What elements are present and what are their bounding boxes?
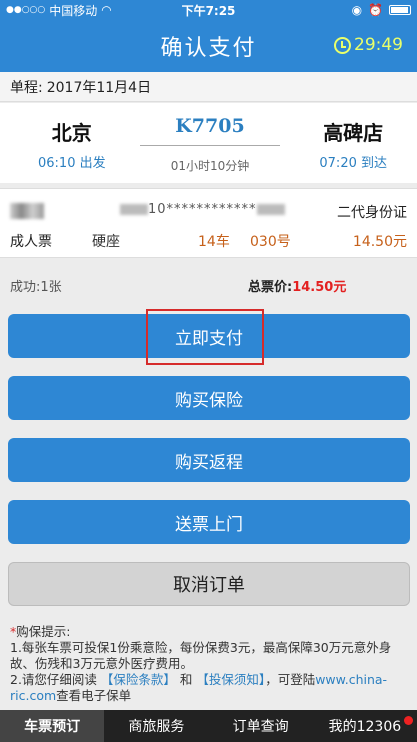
- seat-number: 030号: [250, 234, 291, 250]
- route-card: 北京 06:10 出发 K7705 01小时10分钟 高碑店 07:20 到达: [0, 103, 417, 183]
- trip-duration: 01小时10分钟: [170, 159, 250, 173]
- tab-my-12306[interactable]: 我的12306: [313, 710, 417, 742]
- to-city: 高碑店: [323, 121, 384, 145]
- status-right: ◉ ⏰: [352, 3, 411, 17]
- passenger-name-blurred: [10, 203, 44, 219]
- passenger-row: 10************ 二代身份证 成人票 硬座 14车 030号 14.…: [0, 188, 417, 258]
- buy-insurance-button[interactable]: 购买保险: [8, 376, 410, 420]
- total-value: 14.50元: [292, 280, 347, 295]
- from-time: 06:10 出发: [38, 156, 106, 171]
- from-city: 北京: [51, 121, 92, 145]
- tips-line-1: 1.每张车票可投保1份乘意险，每份保费3元，最高保障30万元意外身故、伤残和3万…: [10, 640, 392, 671]
- battery-icon: [389, 5, 411, 15]
- id-blur-left: [120, 204, 148, 215]
- seat-class: 硬座: [92, 234, 120, 250]
- insurance-tips: *购保提示: 1.每张车票可投保1份乘意险，每份保费3元，最高保障30万元意外身…: [0, 618, 417, 710]
- tab-order-query[interactable]: 订单查询: [209, 710, 313, 742]
- notification-dot-icon: [404, 716, 413, 725]
- id-prefix: 10: [148, 202, 167, 217]
- bottom-tab-bar: 车票预订 商旅服务 订单查询 我的12306: [0, 710, 417, 742]
- buy-return-button[interactable]: 购买返程: [8, 438, 410, 482]
- pay-now-button[interactable]: 立即支付: [8, 314, 410, 358]
- tips-line2-end: 查看电子保单: [56, 688, 132, 703]
- total-label: 总票价:: [248, 280, 293, 295]
- arrival: 高碑店 07:20 到达: [319, 117, 387, 171]
- id-blur-right: [256, 204, 285, 215]
- countdown-value: 29:49: [354, 35, 403, 55]
- countdown-timer: 29:49: [334, 35, 403, 55]
- total-price: 总票价:14.50元: [248, 276, 346, 295]
- tips-title: *购保提示:: [10, 624, 407, 640]
- title-bar: 确认支付 29:49: [0, 20, 417, 72]
- id-mask: ************: [166, 202, 257, 217]
- cancel-order-button[interactable]: 取消订单: [8, 562, 410, 606]
- ticket-type: 成人票: [10, 234, 52, 250]
- lock-rotation-icon: ◉: [351, 3, 363, 17]
- insurance-notice-link[interactable]: 【投保须知】: [196, 672, 265, 687]
- status-bar: ●●○○○ 中国移动 ◠ 下午7:25 ◉ ⏰: [0, 0, 417, 20]
- tab-ticket-booking[interactable]: 车票预订: [0, 710, 105, 742]
- insurance-terms-link[interactable]: 【保险条款】: [101, 672, 176, 687]
- alarm-icon: ⏰: [368, 3, 383, 17]
- ticket-delivery-button[interactable]: 送票上门: [8, 500, 410, 544]
- passenger-id: 10************: [120, 202, 285, 217]
- trip-date: 单程: 2017年11月4日: [0, 72, 417, 102]
- train-number: K7705: [175, 115, 245, 137]
- tips-and: 和: [179, 672, 193, 687]
- id-type: 二代身份证: [337, 205, 407, 221]
- page-title: 确认支付: [160, 36, 257, 61]
- tips-line-2: 2.请您仔细阅读 【保险条款】 和 【投保须知】，可登陆www.china-ri…: [10, 672, 407, 704]
- tab-my-12306-label: 我的12306: [328, 719, 402, 735]
- tab-business-travel[interactable]: 商旅服务: [104, 710, 208, 742]
- route-line: [140, 145, 280, 146]
- ticket-price: 14.50元: [352, 234, 407, 250]
- car-number: 14车: [198, 234, 230, 250]
- trip-type-label: 单程:: [10, 79, 43, 96]
- clock-icon: [334, 36, 351, 54]
- tips-title-text: 购保提示:: [16, 624, 71, 639]
- tips-line2-pre: 2.请您仔细阅读: [10, 672, 97, 687]
- trip-date-value: 2017年11月4日: [46, 79, 152, 96]
- to-time: 07:20 到达: [319, 156, 387, 171]
- tips-line2-post: ，可登陆: [265, 672, 316, 687]
- departure: 北京 06:10 出发: [38, 117, 106, 171]
- ticket-count: 成功:1张: [10, 280, 62, 295]
- order-summary: 成功:1张 总票价:14.50元: [0, 272, 417, 298]
